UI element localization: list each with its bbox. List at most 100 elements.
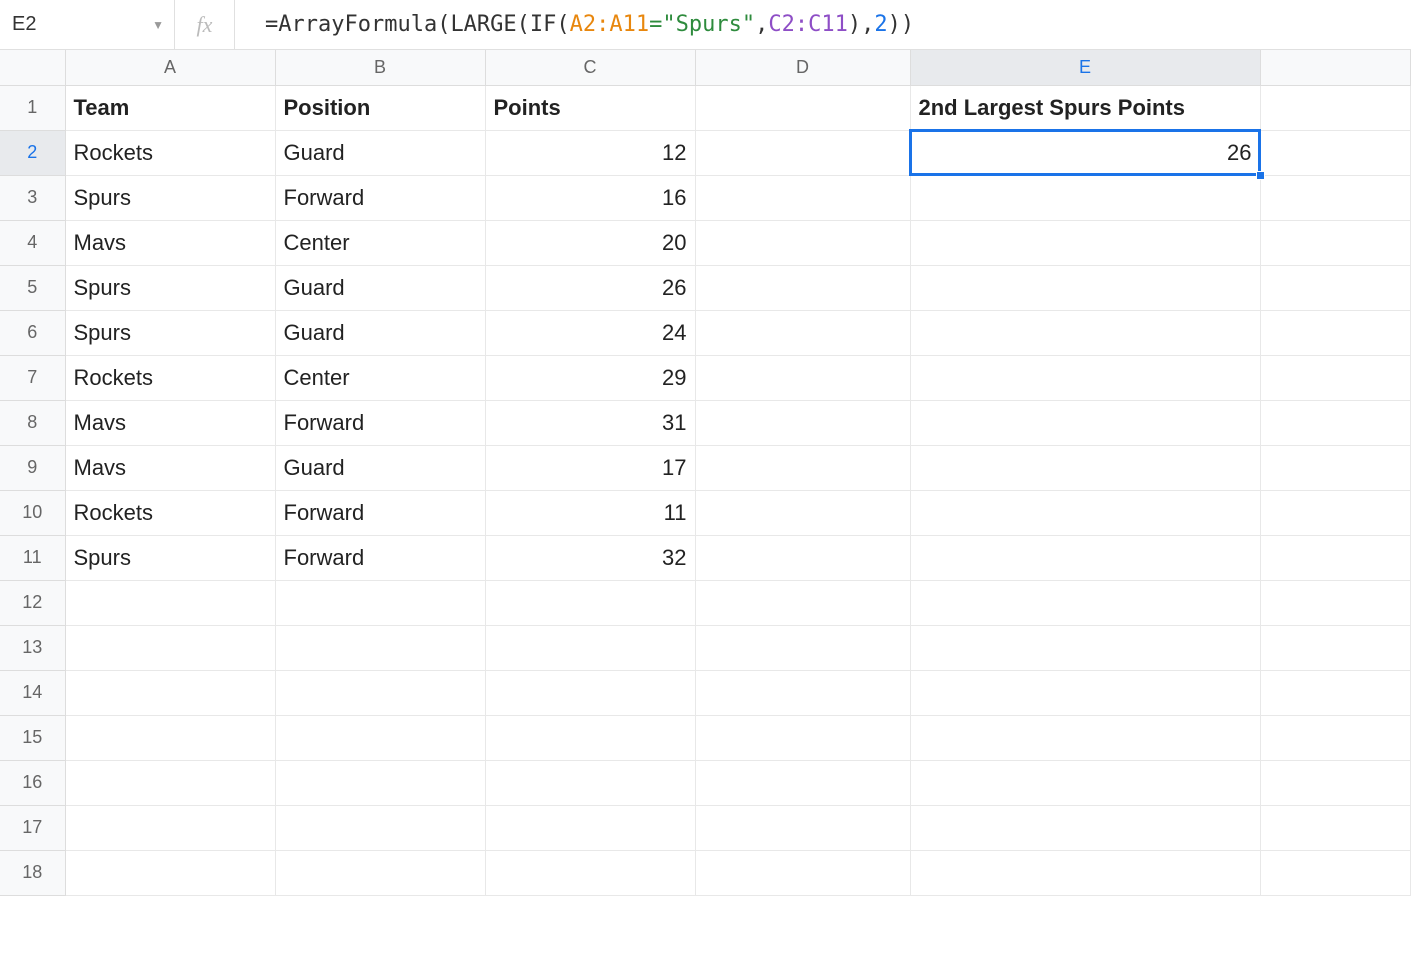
cell-F2[interactable] (1260, 130, 1410, 175)
spreadsheet-grid[interactable]: A B C D E 1TeamPositionPoints2nd Largest… (0, 50, 1411, 896)
cell-F18[interactable] (1260, 850, 1410, 895)
cell-E13[interactable] (910, 625, 1260, 670)
cell-B1[interactable]: Position (275, 85, 485, 130)
cell-A16[interactable] (65, 760, 275, 805)
cell-D18[interactable] (695, 850, 910, 895)
cell-B12[interactable] (275, 580, 485, 625)
cell-E8[interactable] (910, 400, 1260, 445)
column-header-a[interactable]: A (65, 50, 275, 85)
cell-A6[interactable]: Spurs (65, 310, 275, 355)
cell-F7[interactable] (1260, 355, 1410, 400)
cell-B7[interactable]: Center (275, 355, 485, 400)
row-header-11[interactable]: 11 (0, 535, 65, 580)
cell-A18[interactable] (65, 850, 275, 895)
cell-A2[interactable]: Rockets (65, 130, 275, 175)
cell-B18[interactable] (275, 850, 485, 895)
cell-B3[interactable]: Forward (275, 175, 485, 220)
cell-C5[interactable]: 26 (485, 265, 695, 310)
cell-D13[interactable] (695, 625, 910, 670)
row-header-13[interactable]: 13 (0, 625, 65, 670)
select-all-corner[interactable] (0, 50, 65, 85)
cell-C1[interactable]: Points (485, 85, 695, 130)
row-header-18[interactable]: 18 (0, 850, 65, 895)
cell-B8[interactable]: Forward (275, 400, 485, 445)
cell-B13[interactable] (275, 625, 485, 670)
row-header-10[interactable]: 10 (0, 490, 65, 535)
cell-D3[interactable] (695, 175, 910, 220)
column-header-e[interactable]: E (910, 50, 1260, 85)
cell-D1[interactable] (695, 85, 910, 130)
cell-E6[interactable] (910, 310, 1260, 355)
cell-A8[interactable]: Mavs (65, 400, 275, 445)
selection-handle[interactable] (1256, 171, 1265, 180)
cell-A15[interactable] (65, 715, 275, 760)
cell-A10[interactable]: Rockets (65, 490, 275, 535)
cell-C16[interactable] (485, 760, 695, 805)
cell-D6[interactable] (695, 310, 910, 355)
cell-E10[interactable] (910, 490, 1260, 535)
cell-C3[interactable]: 16 (485, 175, 695, 220)
cell-F16[interactable] (1260, 760, 1410, 805)
cell-B14[interactable] (275, 670, 485, 715)
cell-A11[interactable]: Spurs (65, 535, 275, 580)
cell-A9[interactable]: Mavs (65, 445, 275, 490)
cell-B5[interactable]: Guard (275, 265, 485, 310)
fx-icon[interactable]: fx (175, 0, 235, 49)
row-header-15[interactable]: 15 (0, 715, 65, 760)
row-header-3[interactable]: 3 (0, 175, 65, 220)
cell-C11[interactable]: 32 (485, 535, 695, 580)
cell-A1[interactable]: Team (65, 85, 275, 130)
column-header-b[interactable]: B (275, 50, 485, 85)
cell-E1[interactable]: 2nd Largest Spurs Points (910, 85, 1260, 130)
cell-B16[interactable] (275, 760, 485, 805)
formula-input[interactable]: =ArrayFormula(LARGE(IF(A2:A11="Spurs",C2… (235, 0, 1411, 49)
cell-B17[interactable] (275, 805, 485, 850)
cell-B4[interactable]: Center (275, 220, 485, 265)
cell-A5[interactable]: Spurs (65, 265, 275, 310)
cell-D9[interactable] (695, 445, 910, 490)
cell-D8[interactable] (695, 400, 910, 445)
row-header-17[interactable]: 17 (0, 805, 65, 850)
cell-F6[interactable] (1260, 310, 1410, 355)
cell-D10[interactable] (695, 490, 910, 535)
row-header-2[interactable]: 2 (0, 130, 65, 175)
row-header-12[interactable]: 12 (0, 580, 65, 625)
cell-E2[interactable]: 26 (910, 130, 1260, 175)
cell-E18[interactable] (910, 850, 1260, 895)
cell-F12[interactable] (1260, 580, 1410, 625)
cell-D2[interactable] (695, 130, 910, 175)
cell-A17[interactable] (65, 805, 275, 850)
cell-E7[interactable] (910, 355, 1260, 400)
cell-D16[interactable] (695, 760, 910, 805)
cell-F8[interactable] (1260, 400, 1410, 445)
row-header-5[interactable]: 5 (0, 265, 65, 310)
row-header-6[interactable]: 6 (0, 310, 65, 355)
cell-E9[interactable] (910, 445, 1260, 490)
cell-B15[interactable] (275, 715, 485, 760)
cell-F4[interactable] (1260, 220, 1410, 265)
cell-D17[interactable] (695, 805, 910, 850)
row-header-14[interactable]: 14 (0, 670, 65, 715)
cell-C12[interactable] (485, 580, 695, 625)
cell-A13[interactable] (65, 625, 275, 670)
cell-F1[interactable] (1260, 85, 1410, 130)
cell-D15[interactable] (695, 715, 910, 760)
cell-E4[interactable] (910, 220, 1260, 265)
cell-C13[interactable] (485, 625, 695, 670)
cell-F10[interactable] (1260, 490, 1410, 535)
cell-E3[interactable] (910, 175, 1260, 220)
cell-F11[interactable] (1260, 535, 1410, 580)
cell-E17[interactable] (910, 805, 1260, 850)
cell-C2[interactable]: 12 (485, 130, 695, 175)
cell-A4[interactable]: Mavs (65, 220, 275, 265)
column-header-c[interactable]: C (485, 50, 695, 85)
cell-D11[interactable] (695, 535, 910, 580)
cell-E12[interactable] (910, 580, 1260, 625)
cell-C6[interactable]: 24 (485, 310, 695, 355)
row-header-8[interactable]: 8 (0, 400, 65, 445)
row-header-9[interactable]: 9 (0, 445, 65, 490)
column-header-d[interactable]: D (695, 50, 910, 85)
cell-F9[interactable] (1260, 445, 1410, 490)
cell-F15[interactable] (1260, 715, 1410, 760)
cell-D5[interactable] (695, 265, 910, 310)
